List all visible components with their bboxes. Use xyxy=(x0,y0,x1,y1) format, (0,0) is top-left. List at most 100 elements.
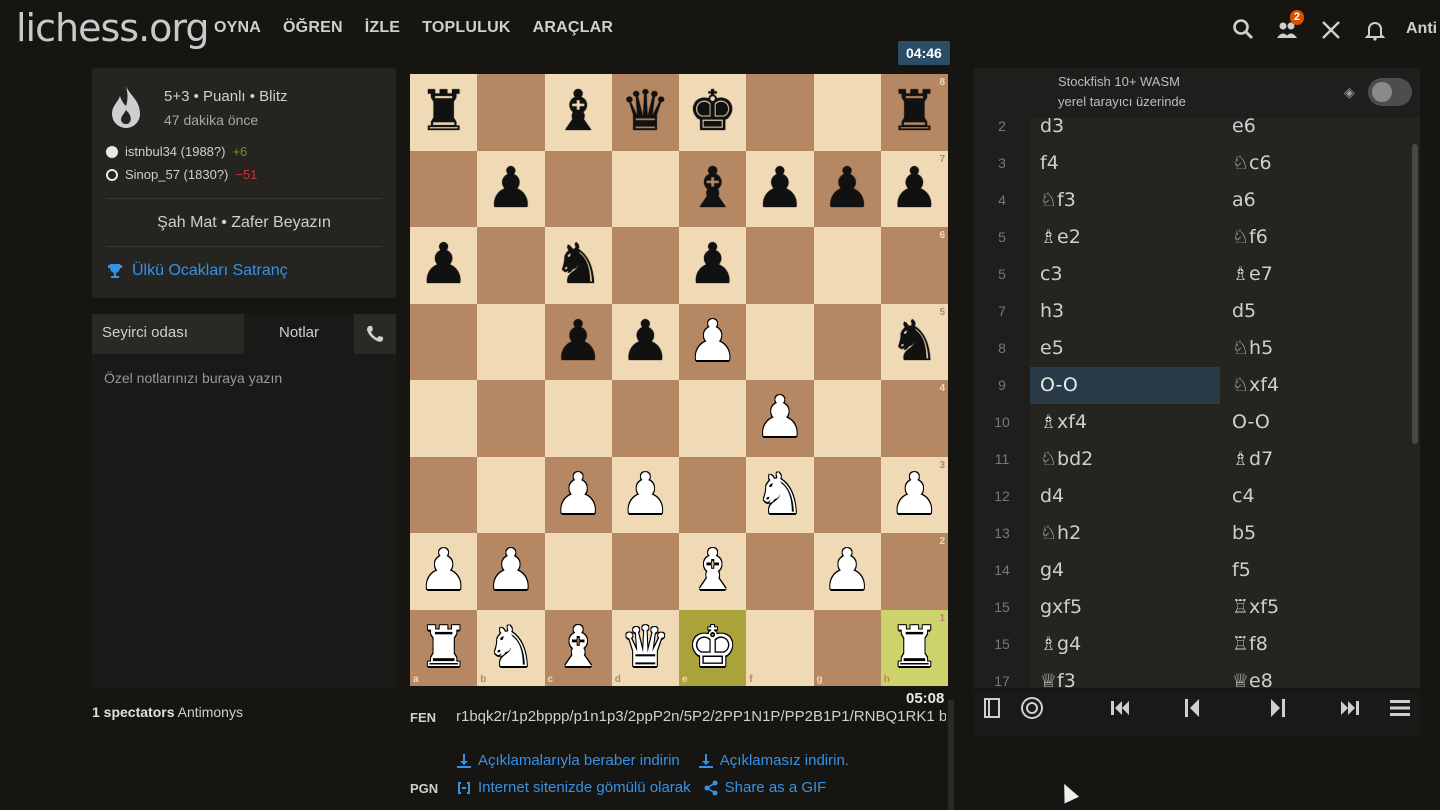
square-f3[interactable]: ♞ xyxy=(746,456,814,533)
black-move[interactable]: ♖xf5 xyxy=(1222,589,1412,626)
white-pawn[interactable]: ♟ xyxy=(620,466,670,523)
square-h5[interactable]: ♞ 5 xyxy=(880,303,948,380)
square-a2[interactable]: ♟ xyxy=(410,533,478,610)
white-king[interactable]: ♚ xyxy=(688,619,738,676)
square-f1[interactable]: f xyxy=(746,609,814,686)
square-g2[interactable]: ♟ xyxy=(813,533,881,610)
square-e7[interactable]: ♝ xyxy=(679,150,747,227)
black-pawn[interactable]: ♟ xyxy=(755,160,805,217)
black-knight[interactable]: ♞ xyxy=(553,237,603,293)
black-pawn[interactable]: ♟ xyxy=(620,313,670,370)
square-g8[interactable] xyxy=(813,74,881,151)
square-a8[interactable]: ♜ xyxy=(410,74,478,151)
square-a5[interactable] xyxy=(410,303,478,380)
white-pawn[interactable]: ♟ xyxy=(553,466,603,523)
square-a3[interactable] xyxy=(410,456,478,533)
square-f5[interactable] xyxy=(746,303,814,380)
black-pawn[interactable]: ♟ xyxy=(822,160,872,217)
square-g3[interactable] xyxy=(813,456,881,533)
black-pawn[interactable]: ♟ xyxy=(419,237,469,293)
square-f6[interactable] xyxy=(746,227,814,304)
black-move[interactable]: a6 xyxy=(1222,182,1412,219)
square-f4[interactable]: ♟ xyxy=(746,380,814,457)
square-b1[interactable]: ♞ b xyxy=(477,609,545,686)
black-king[interactable]: ♚ xyxy=(688,84,738,140)
square-d1[interactable]: ♛ d xyxy=(611,609,679,686)
black-move[interactable]: O-O xyxy=(1222,404,1412,441)
square-c5[interactable]: ♟ xyxy=(544,303,612,380)
download-annotated-label[interactable]: Açıklamalarıyla beraber indirin xyxy=(478,752,680,769)
black-pawn[interactable]: ♟ xyxy=(553,313,603,370)
white-knight[interactable]: ♞ xyxy=(755,466,805,523)
next-move-icon[interactable] xyxy=(1266,696,1290,726)
chess-board[interactable]: ♜ ♝ ♛ ♚ ♜ 8 ♟ ♝ ♟ ♟ ♟ 7 ♟ ♞ ♟ 6 ♟ ♟ ♟ ♞ 5 ♟ 4 ♟ ♟ ♞ ♟ 3 ♟ ♟ ♝ ♟ 2 ♜ a ♞ b ♝ c ♛… xyxy=(410,74,948,686)
download-annotated-link[interactable]: Açıklamalarıyla beraber indirin xyxy=(456,752,680,769)
square-d6[interactable] xyxy=(611,227,679,304)
black-move[interactable]: ♘h5 xyxy=(1222,330,1412,367)
white-queen[interactable]: ♛ xyxy=(620,619,670,676)
black-bishop[interactable]: ♝ xyxy=(553,84,603,140)
square-b4[interactable] xyxy=(477,380,545,457)
white-move[interactable]: h3 xyxy=(1030,293,1220,330)
square-g7[interactable]: ♟ xyxy=(813,150,881,227)
square-d2[interactable] xyxy=(611,533,679,610)
square-d8[interactable]: ♛ xyxy=(611,74,679,151)
white-move[interactable]: g4 xyxy=(1030,552,1220,589)
white-move[interactable]: e5 xyxy=(1030,330,1220,367)
white-player[interactable]: istnbul34 (1988?) +6 xyxy=(106,144,247,159)
black-pawn[interactable]: ♟ xyxy=(486,160,536,217)
first-move-icon[interactable] xyxy=(1108,696,1132,726)
square-d7[interactable] xyxy=(611,150,679,227)
white-move[interactable]: ♘f3 xyxy=(1030,182,1220,219)
square-h6[interactable]: 6 xyxy=(880,227,948,304)
practice-target-icon[interactable] xyxy=(1020,696,1044,726)
square-d5[interactable]: ♟ xyxy=(611,303,679,380)
square-g5[interactable] xyxy=(813,303,881,380)
square-c4[interactable] xyxy=(544,380,612,457)
menu-icon[interactable] xyxy=(1388,696,1412,726)
white-move[interactable]: f4 xyxy=(1030,145,1220,182)
white-pawn[interactable]: ♟ xyxy=(889,466,939,523)
square-c2[interactable] xyxy=(544,533,612,610)
nav-tools[interactable]: ARAÇLAR xyxy=(533,19,614,37)
black-move[interactable]: d5 xyxy=(1222,293,1412,330)
white-move[interactable]: ♗e2 xyxy=(1030,219,1220,256)
white-move[interactable]: d4 xyxy=(1030,478,1220,515)
square-h3[interactable]: ♟ 3 xyxy=(880,456,948,533)
square-c6[interactable]: ♞ xyxy=(544,227,612,304)
book-icon[interactable] xyxy=(980,696,1004,726)
square-e6[interactable]: ♟ xyxy=(679,227,747,304)
white-move[interactable]: c3 xyxy=(1030,256,1220,293)
white-move[interactable]: d3 xyxy=(1030,118,1220,145)
nav-play[interactable]: OYNA xyxy=(214,19,261,37)
square-b7[interactable]: ♟ xyxy=(477,150,545,227)
square-h4[interactable]: 4 xyxy=(880,380,948,457)
black-rook[interactable]: ♜ xyxy=(419,84,469,140)
white-rook[interactable]: ♜ xyxy=(419,619,469,676)
move-list-scrollbar[interactable] xyxy=(1412,144,1418,444)
site-logo[interactable]: lichess.org xyxy=(16,6,209,50)
black-move[interactable]: c4 xyxy=(1222,478,1412,515)
white-move[interactable]: ♗g4 xyxy=(1030,626,1220,663)
square-b8[interactable] xyxy=(477,74,545,151)
square-d4[interactable] xyxy=(611,380,679,457)
white-pawn[interactable]: ♟ xyxy=(822,543,872,599)
tab-spectator-room[interactable]: Seyirci odası xyxy=(92,314,244,354)
white-bishop[interactable]: ♝ xyxy=(688,543,738,599)
fen-input[interactable]: r1bqk2r/1p2bppp/p1n1p3/2ppP2n/5P2/2PP1N1… xyxy=(456,708,946,725)
black-knight[interactable]: ♞ xyxy=(889,313,939,370)
friends-icon[interactable]: 2 xyxy=(1274,10,1304,44)
prev-move-icon[interactable] xyxy=(1180,696,1204,726)
white-move[interactable]: O-O xyxy=(1030,367,1220,404)
square-a7[interactable] xyxy=(410,150,478,227)
square-g4[interactable] xyxy=(813,380,881,457)
square-d3[interactable]: ♟ xyxy=(611,456,679,533)
embed-label[interactable]: Internet sitenizde gömülü olarak xyxy=(478,779,691,796)
tab-notes[interactable]: Notlar xyxy=(244,314,354,354)
tournament-name[interactable]: Ülkü Ocakları Satranç xyxy=(132,262,288,280)
square-b5[interactable] xyxy=(477,303,545,380)
square-h8[interactable]: ♜ 8 xyxy=(880,74,948,151)
black-pawn[interactable]: ♟ xyxy=(688,237,738,293)
white-knight[interactable]: ♞ xyxy=(486,619,536,676)
voice-chat-icon[interactable] xyxy=(354,314,396,354)
